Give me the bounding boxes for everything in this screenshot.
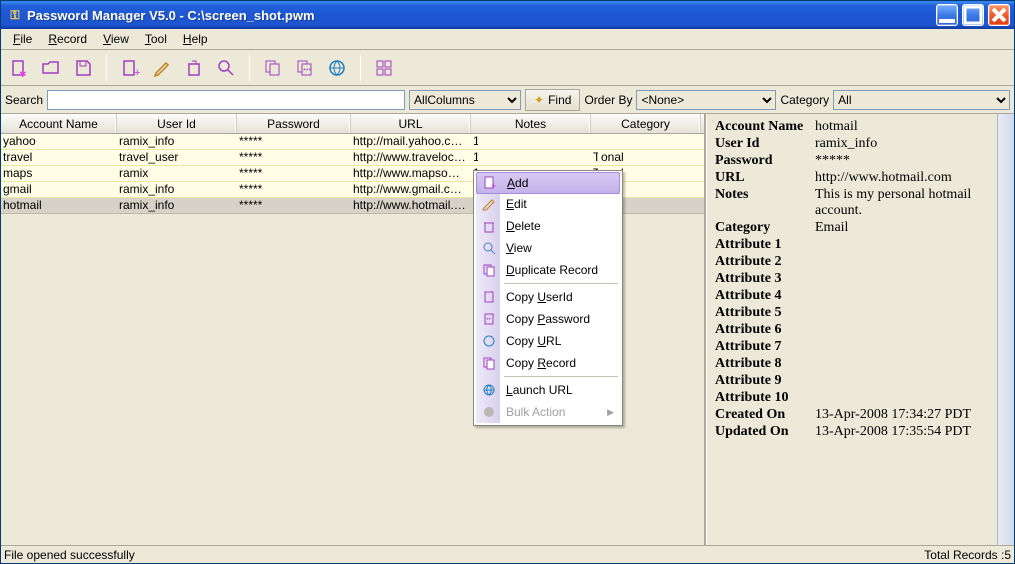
close-button[interactable] [988,4,1010,26]
menu-file[interactable]: File [5,30,40,48]
edit-record-icon[interactable] [150,56,174,80]
col-account[interactable]: Account Name [1,114,117,133]
detail-row: CategoryEmail [715,220,991,236]
ctx-copy-record[interactable]: Copy Record [476,352,620,374]
status-right: Total Records :5 [924,548,1011,562]
add-icon: + [481,176,499,190]
menu-bar: File Record View Tool Help [1,29,1014,50]
menu-record[interactable]: Record [40,30,95,48]
ctx-bulk-action: Bulk Action ▶ [476,401,620,423]
delete-record-icon[interactable] [182,56,206,80]
detail-row: Account Namehotmail [715,119,991,135]
orderby-select[interactable]: <None> [636,90,776,110]
copy-url-icon [480,334,498,348]
delete-icon [480,219,498,233]
ctx-copy-url[interactable]: Copy URL [476,330,620,352]
minimize-button[interactable] [936,4,958,26]
find-button[interactable]: ✦ Find [525,89,580,111]
view-icon [480,241,498,255]
wand-icon: ✦ [534,93,544,107]
svg-text:+: + [134,67,140,78]
duplicate-icon [480,263,498,277]
toolbar: ✱ + *** [1,50,1014,86]
filter-bar: Search AllColumns ✦ Find Order By <None>… [1,86,1014,114]
detail-row: Attribute 2 [715,254,991,270]
copy-icon[interactable] [261,56,285,80]
menu-help[interactable]: Help [175,30,216,48]
ctx-copy-password[interactable]: ** Copy Password [476,308,620,330]
ctx-duplicate[interactable]: Duplicate Record [476,259,620,281]
status-left: File opened successfully [4,548,924,562]
table-row[interactable]: yahooramix_info*****http://mail.yahoo.c…… [1,134,704,150]
category-icon[interactable] [372,56,396,80]
detail-row: Attribute 4 [715,288,991,304]
svg-text:***: *** [303,68,311,75]
detail-row: Attribute 9 [715,373,991,389]
ctx-edit[interactable]: Edit [476,193,620,215]
detail-row: Attribute 7 [715,339,991,355]
title-bar[interactable]: ⚿ Password Manager V5.0 - C:\screen_shot… [1,1,1014,29]
table-row[interactable]: traveltravel_user*****http://www.travelo… [1,150,704,166]
detail-row: User Idramix_info [715,136,991,152]
col-notes[interactable]: Notes [471,114,591,133]
copy-user-icon [480,290,498,304]
launch-url-icon[interactable] [325,56,349,80]
detail-scrollbar[interactable] [997,114,1014,545]
col-userid[interactable]: User Id [117,114,237,133]
search-label: Search [5,93,43,107]
copy-password-icon[interactable]: *** [293,56,317,80]
category-select[interactable]: All [833,90,1010,110]
ctx-view[interactable]: View [476,237,620,259]
open-file-icon[interactable] [39,56,63,80]
menu-tool[interactable]: Tool [137,30,175,48]
chevron-right-icon: ▶ [607,407,614,418]
status-bar: File opened successfully Total Records :… [1,545,1014,563]
ctx-copy-userid[interactable]: Copy UserId [476,286,620,308]
bulk-icon [480,405,498,419]
detail-row: Attribute 3 [715,271,991,287]
svg-text:+: + [491,181,496,190]
save-file-icon[interactable] [71,56,95,80]
context-menu: + Add Edit Delete View Duplicate Record … [473,170,623,426]
new-file-icon[interactable]: ✱ [7,56,31,80]
ctx-add[interactable]: + Add [476,172,620,194]
search-scope-select[interactable]: AllColumns [409,90,521,110]
detail-row: Attribute 10 [715,390,991,406]
search-input[interactable] [47,90,405,110]
menu-view[interactable]: View [95,30,137,48]
detail-row: Attribute 6 [715,322,991,338]
globe-icon [480,383,498,397]
maximize-button[interactable] [962,4,984,26]
detail-row: Attribute 5 [715,305,991,321]
app-icon: ⚿ [7,7,23,23]
category-label: Category [780,93,829,107]
add-record-icon[interactable]: + [118,56,142,80]
col-url[interactable]: URL [351,114,471,133]
ctx-delete[interactable]: Delete [476,215,620,237]
grid-header[interactable]: Account Name User Id Password URL Notes … [1,114,704,134]
detail-row: Updated On13-Apr-2008 17:35:54 PDT [715,424,991,440]
detail-row: URLhttp://www.hotmail.com [715,170,991,186]
search-icon[interactable] [214,56,238,80]
ctx-launch-url[interactable]: Launch URL [476,379,620,401]
orderby-label: Order By [584,93,632,107]
col-password[interactable]: Password [237,114,351,133]
detail-row: Attribute 8 [715,356,991,372]
edit-icon [480,197,498,211]
details-panel: Account NamehotmailUser Idramix_infoPass… [706,114,1014,545]
detail-row: NotesThis is my personal hotmail account… [715,187,991,219]
copy-record-icon [480,356,498,370]
svg-text:**: ** [486,318,491,324]
detail-row: Created On13-Apr-2008 17:34:27 PDT [715,407,991,423]
window-title: Password Manager V5.0 - C:\screen_shot.p… [27,8,315,23]
copy-pass-icon: ** [480,312,498,326]
col-category[interactable]: Category [591,114,701,133]
svg-text:✱: ✱ [19,69,27,78]
detail-row: Attribute 1 [715,237,991,253]
detail-row: Password***** [715,153,991,169]
